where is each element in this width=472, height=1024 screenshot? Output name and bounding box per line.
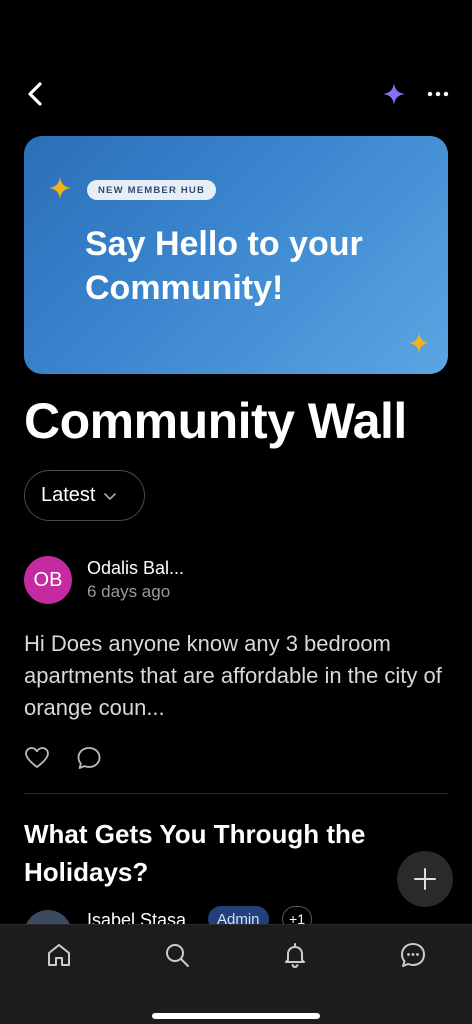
admin-badge: Admin [208,906,269,924]
sort-label: Latest [41,484,96,506]
post-author[interactable]: Isabel Stasa [87,910,186,924]
post-author[interactable]: Odalis Bal... [87,558,184,579]
bottom-tab-bar [0,924,472,1024]
tab-search[interactable] [153,935,201,975]
top-bar [0,70,472,118]
home-indicator [152,1013,320,1019]
hero-pill-badge: NEW MEMBER HUB [87,180,217,200]
like-button[interactable] [24,745,50,776]
create-post-button[interactable] [397,851,453,907]
back-button[interactable] [20,78,52,110]
home-icon [48,944,70,966]
post-header: OB Odalis Bal... 6 days ago [24,556,448,606]
plus-icon [414,868,436,890]
tab-home[interactable] [35,935,83,975]
post-title[interactable]: What Gets You Through the Holidays? [24,815,444,891]
hero-banner[interactable]: NEW MEMBER HUB Say Hello to your Communi… [24,136,448,374]
extra-count-badge: +1 [282,906,312,924]
star-icon [49,177,71,199]
post-timestamp: 6 days ago [87,582,171,601]
post-body[interactable]: Hi Does anyone know any 3 bedroom apartm… [24,628,452,724]
more-icon [427,91,449,97]
tab-messages[interactable] [389,935,437,975]
sort-dropdown[interactable]: Latest [24,470,145,521]
chevron-down-icon [104,492,117,500]
chat-icon [401,943,425,967]
heart-icon [25,747,49,768]
page-title: Community Wall [24,393,407,449]
bell-icon [285,943,305,969]
hero-title: Say Hello to your Community! [85,225,363,307]
sparkle-icon [383,83,405,105]
post-actions [24,745,124,775]
avatar[interactable]: OB [24,556,72,604]
divider [24,793,448,794]
tab-notifications[interactable] [271,935,319,975]
avatar[interactable] [24,910,72,924]
ai-sparkle-button[interactable] [378,78,410,110]
back-icon [28,82,42,106]
search-icon [166,944,189,967]
more-options-button[interactable] [422,78,454,110]
comment-button[interactable] [76,745,102,776]
comment-icon [77,747,101,769]
star-icon [408,332,430,354]
post-header: Isabel Stasa Admin +1 [24,904,448,924]
